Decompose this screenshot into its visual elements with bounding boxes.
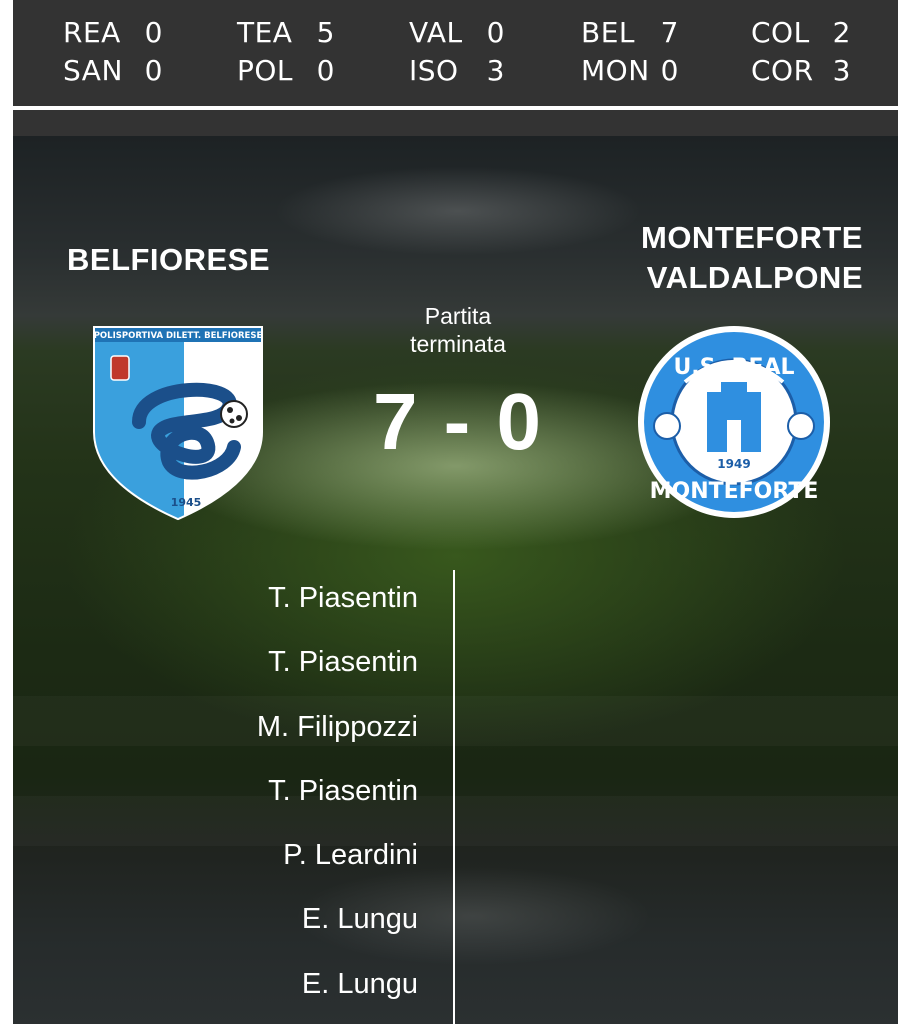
ticker-home-score: 2	[832, 16, 851, 49]
ticker-away-score: 3	[486, 54, 505, 87]
results-ticker: REA 0 SAN 0 TEA 5 POL 0 VAL 0 ISO 3 BEL 7 MON 0 …	[13, 0, 898, 106]
away-team-name-line: VALDALPONE	[646, 260, 863, 295]
ticker-match[interactable]: TEA 5 POL 0	[237, 14, 335, 90]
away-logo-text: U.S. REAL	[673, 355, 794, 380]
home-logo-text: POLISPORTIVA DILETT. BELFIORESE	[94, 331, 263, 341]
ticker-home-score: 5	[316, 16, 335, 49]
ticker-match[interactable]: VAL 0 ISO 3	[409, 14, 505, 90]
match-panel: BELFIORESE MONTEFORTE VALDALPONE POLISPO…	[13, 136, 898, 1024]
ticker-home-team: REA	[63, 16, 121, 49]
away-logo-text: MONTEFORTE	[650, 479, 819, 504]
home-team-name[interactable]: BELFIORESE	[67, 240, 270, 280]
ticker-home-score: 7	[660, 16, 679, 49]
ticker-away-score: 3	[832, 54, 851, 87]
ticker-match[interactable]: REA 0 SAN 0	[63, 14, 163, 90]
ticker-away-team: POL	[237, 54, 294, 87]
ticker-away-team: COR	[751, 54, 814, 87]
stadium-lights	[273, 166, 643, 256]
scorer-item: M. Filippozzi	[256, 710, 418, 743]
match-status-line: terminata	[410, 331, 506, 357]
ticker-away-score: 0	[660, 54, 679, 87]
ticker-home-score: 0	[486, 16, 505, 49]
away-team-name-line: MONTEFORTE	[641, 220, 863, 255]
match-score: 7 - 0	[372, 377, 544, 466]
ticker-home-team: VAL	[409, 16, 463, 49]
ticker-home-team: COL	[751, 16, 810, 49]
match-status: Partita terminata	[373, 302, 543, 358]
ticker-away-score: 0	[144, 54, 163, 87]
home-scorers-list: T. Piasentin T. Piasentin M. Filippozzi …	[113, 566, 418, 1016]
header-band	[13, 110, 898, 136]
ticker-match[interactable]: COL 2 COR 3	[751, 14, 851, 90]
home-team-logo[interactable]: POLISPORTIVA DILETT. BELFIORESE 1945	[89, 322, 267, 522]
scorer-item: T. Piasentin	[268, 774, 418, 807]
ticker-match[interactable]: BEL 7 MON 0	[581, 14, 679, 90]
away-team-logo[interactable]: U.S. REAL 1949 MONTEFORTE	[633, 322, 835, 522]
page-frame: REA 0 SAN 0 TEA 5 POL 0 VAL 0 ISO 3 BEL 7 MON 0 …	[0, 0, 911, 1024]
scorer-item: E. Lungu	[301, 967, 418, 1000]
home-logo-year: 1945	[171, 496, 202, 509]
ticker-home-team: TEA	[237, 16, 293, 49]
match-status-line: Partita	[424, 303, 492, 329]
ticker-home-score: 0	[144, 16, 163, 49]
ticker-home-team: BEL	[581, 16, 635, 49]
scorers-divider	[453, 570, 455, 1024]
ticker-away-team: MON	[581, 54, 650, 87]
scorer-item: E. Lungu	[301, 903, 418, 936]
scorer-item: T. Piasentin	[268, 582, 418, 614]
scorer-item: T. Piasentin	[268, 646, 418, 679]
scorer-item: P. Leardini	[283, 839, 418, 872]
away-team-name[interactable]: MONTEFORTE VALDALPONE	[613, 218, 863, 298]
away-logo-year: 1949	[717, 457, 750, 471]
ticker-away-score: 0	[316, 54, 335, 87]
ticker-away-team: ISO	[409, 54, 459, 87]
ticker-away-team: SAN	[63, 54, 123, 87]
